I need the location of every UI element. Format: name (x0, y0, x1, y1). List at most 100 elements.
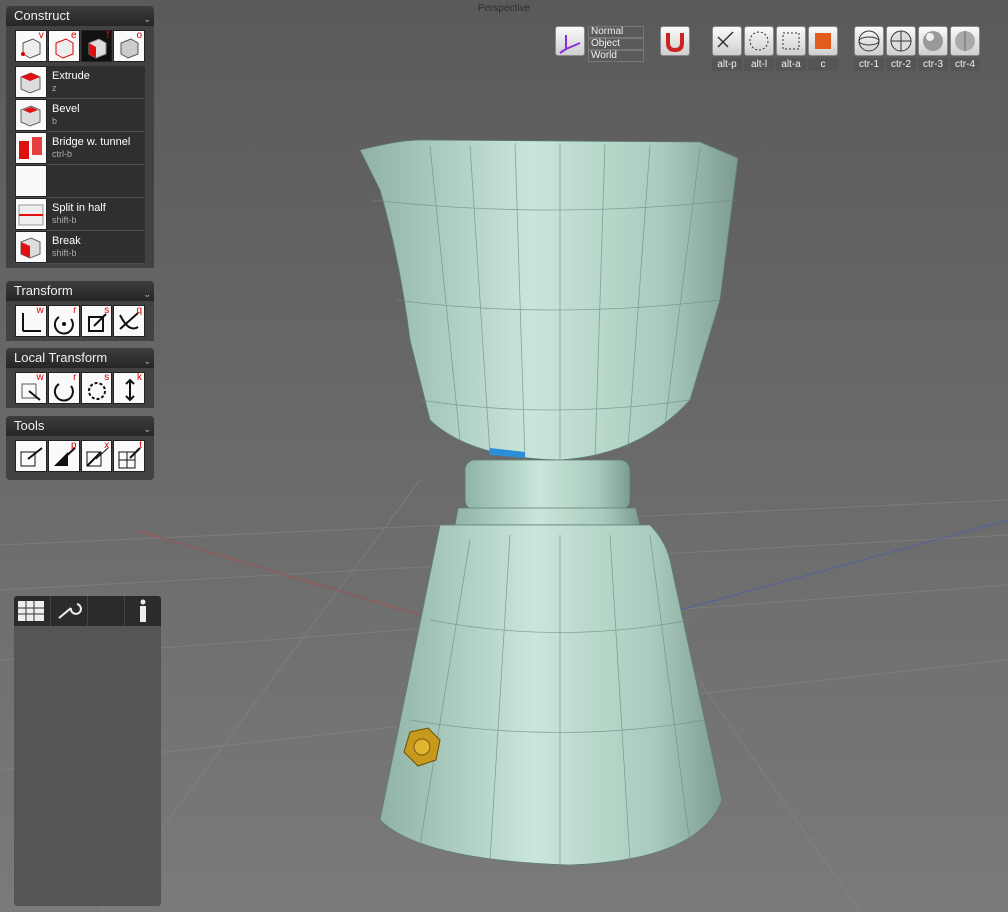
properties-tabs (14, 596, 161, 626)
tube-tool-button[interactable]: t (113, 440, 145, 472)
select-area-button[interactable] (776, 26, 806, 56)
select-connected-label: c (808, 58, 838, 71)
quick-transform-button[interactable]: q (113, 305, 145, 337)
tab-grid[interactable] (14, 596, 51, 626)
select-paint-label: alt-p (712, 58, 742, 71)
local-scale-key: s (104, 372, 110, 383)
connect-icon (20, 447, 43, 467)
bridge-key: ctrl-b (52, 149, 72, 159)
move-button[interactable]: w (15, 305, 47, 337)
knife-key: k (137, 372, 142, 383)
cut-tool-button[interactable]: x (80, 440, 113, 472)
tools-row: p x t (6, 436, 154, 480)
face-key: f (106, 30, 110, 41)
tools-panel: Tools ⌄ p x t (6, 416, 154, 480)
vertex-mode-button[interactable]: v (15, 30, 47, 62)
shade-wire-button[interactable] (854, 26, 884, 56)
wrench-icon (58, 603, 82, 619)
construct-panel: Construct ⌄ v e f o Extrude z Bevel b Bridg… (6, 6, 154, 268)
local-transform-panel: Local Transform ⌄ w r s k (6, 348, 154, 408)
select-loop-button[interactable] (744, 26, 774, 56)
quick-key: q (136, 305, 142, 316)
transform-title: Transform (14, 283, 73, 298)
local-move-button[interactable]: w (15, 372, 47, 404)
rotate-button[interactable]: r (47, 305, 80, 337)
break-item[interactable]: Break shift-b (15, 231, 145, 264)
extrude-key: z (52, 83, 57, 93)
axis-icon (559, 35, 581, 54)
split-item[interactable]: Split in half shift-b (15, 198, 145, 231)
paint-select-icon (717, 31, 734, 48)
transform-header[interactable]: Transform ⌄ (6, 281, 154, 301)
tube-key: t (139, 440, 142, 451)
local-scale-button[interactable]: s (80, 372, 113, 404)
solid-sphere-icon (923, 31, 943, 51)
bevel-item[interactable]: Bevel b (15, 99, 145, 132)
select-connected-button[interactable] (808, 26, 838, 56)
poly-key: p (70, 440, 77, 451)
chevron-down-icon[interactable]: ⌄ (143, 9, 151, 29)
bridge-item[interactable]: Bridge w. tunnel ctrl-b (15, 132, 145, 165)
construct-tool-list: Extrude z Bevel b Bridge w. tunnel ctrl-b S… (6, 66, 154, 268)
knife-button[interactable]: k (113, 372, 145, 404)
blank-icon (15, 165, 47, 197)
object-mode-button[interactable]: o (113, 30, 145, 62)
select-paint-button[interactable] (712, 26, 742, 56)
vertex-key: v (38, 30, 44, 41)
shade-1-label: ctr-1 (854, 58, 884, 71)
tab-character[interactable] (125, 596, 161, 626)
shade-subdiv-button[interactable] (950, 26, 980, 56)
chevron-down-icon[interactable]: ⌄ (143, 351, 151, 371)
face-mode-button[interactable]: f (80, 30, 113, 62)
grid-icon (18, 601, 44, 621)
coordinate-system-button[interactable] (555, 26, 585, 56)
extrude-icon (15, 66, 47, 98)
scale-key: s (104, 305, 110, 316)
tab-empty[interactable] (88, 596, 125, 626)
chevron-down-icon[interactable]: ⌄ (143, 284, 151, 304)
move-key: w (36, 305, 44, 316)
bridge-label: Bridge w. tunnel (52, 136, 131, 148)
tools-title: Tools (14, 418, 45, 433)
split-label: Split in half (52, 202, 106, 214)
chevron-down-icon[interactable]: ⌄ (143, 419, 151, 439)
local-rotate-button[interactable]: r (47, 372, 80, 404)
rotate-key: r (73, 305, 77, 316)
shade-3-label: ctr-3 (918, 58, 948, 71)
figure-icon (140, 599, 146, 622)
empty-item (15, 165, 145, 198)
poly-draw-button[interactable]: p (47, 440, 80, 472)
construct-header[interactable]: Construct ⌄ (6, 6, 154, 26)
tools-header[interactable]: Tools ⌄ (6, 416, 154, 436)
magnet-icon (666, 33, 684, 53)
local-move-key: w (36, 372, 44, 383)
local-transform-row: w r s k (6, 368, 154, 408)
coord-normal[interactable]: Normal (588, 26, 644, 38)
connected-select-icon (815, 33, 831, 49)
transform-row: w r s q (6, 301, 154, 341)
bevel-key: b (52, 116, 58, 126)
coord-options[interactable]: Normal Object World (588, 26, 644, 62)
selection-mode-group (712, 26, 838, 56)
edge-key: e (70, 30, 77, 41)
local-transform-header[interactable]: Local Transform ⌄ (6, 348, 154, 368)
area-select-icon (782, 32, 800, 50)
shading-mode-group (854, 26, 980, 56)
shade-2-label: ctr-2 (886, 58, 916, 71)
coord-object[interactable]: Object (588, 38, 644, 50)
local-rotate-key: r (73, 372, 77, 383)
subdiv-sphere-icon (955, 31, 975, 51)
shade-smooth-button[interactable] (918, 26, 948, 56)
snap-button[interactable] (660, 26, 690, 56)
shade-wire-solid-button[interactable] (886, 26, 916, 56)
coord-world[interactable]: World (588, 50, 644, 62)
edge-mode-button[interactable]: e (47, 30, 80, 62)
wireframe-sphere-icon (858, 30, 880, 52)
tab-settings[interactable] (51, 596, 88, 626)
connect-tool-button[interactable] (15, 440, 47, 472)
extrude-label: Extrude (52, 70, 90, 82)
construct-title: Construct (14, 8, 70, 23)
cut-key: x (104, 440, 110, 451)
scale-button[interactable]: s (80, 305, 113, 337)
extrude-item[interactable]: Extrude z (15, 66, 145, 99)
